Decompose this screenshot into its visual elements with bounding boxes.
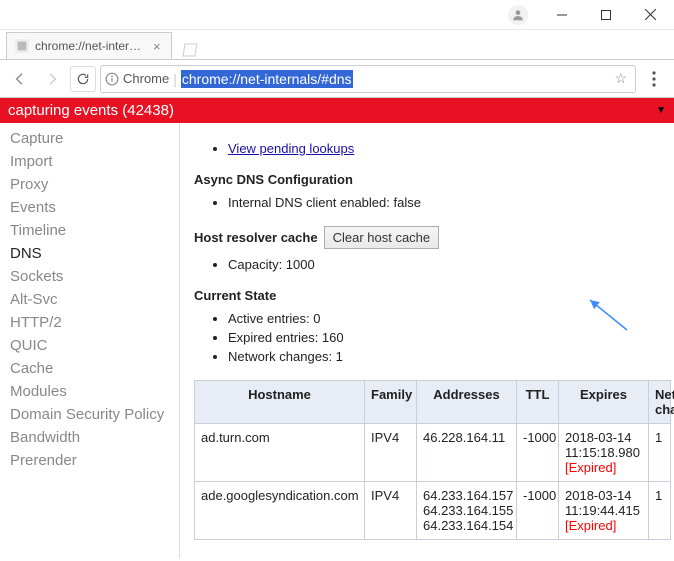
sidebar-item-domain-security-policy[interactable]: Domain Security Policy — [0, 403, 179, 426]
table-header: Family — [365, 381, 417, 424]
table-cell: 2018-03-14 11:19:44.415[Expired] — [559, 482, 649, 540]
maximize-button[interactable] — [584, 1, 628, 29]
clear-host-cache-button[interactable]: Clear host cache — [324, 226, 440, 249]
state-item: Network changes: 1 — [228, 347, 660, 366]
new-tab-button[interactable] — [178, 41, 200, 59]
sidebar-item-proxy[interactable]: Proxy — [0, 173, 179, 196]
banner-dropdown-icon[interactable]: ▼ — [656, 105, 666, 116]
url-text: chrome://net-internals/#dns — [181, 70, 353, 88]
window-titlebar — [0, 0, 674, 30]
reload-button[interactable] — [70, 66, 96, 92]
table-cell: IPV4 — [365, 424, 417, 482]
table-cell: IPV4 — [365, 482, 417, 540]
sidebar-item-cache[interactable]: Cache — [0, 357, 179, 380]
chrome-menu-icon[interactable] — [640, 65, 668, 93]
capture-banner-text: capturing events (42438) — [8, 102, 174, 119]
main-area: CaptureImportProxyEventsTimelineDNSSocke… — [0, 123, 674, 558]
table-header: Expires — [559, 381, 649, 424]
back-button[interactable] — [6, 65, 34, 93]
table-cell: 2018-03-14 11:15:18.980[Expired] — [559, 424, 649, 482]
forward-button[interactable] — [38, 65, 66, 93]
sidebar-item-bandwidth[interactable]: Bandwidth — [0, 426, 179, 449]
table-cell: -1000 — [517, 424, 559, 482]
info-icon — [105, 72, 119, 86]
hosts-table: HostnameFamilyAddressesTTLExpiresNetwork… — [194, 380, 671, 540]
async-dns-item: Internal DNS client enabled: false — [228, 193, 660, 212]
sidebar-item-http-2[interactable]: HTTP/2 — [0, 311, 179, 334]
sidebar-item-prerender[interactable]: Prerender — [0, 449, 179, 472]
sidebar-item-events[interactable]: Events — [0, 196, 179, 219]
capture-banner[interactable]: capturing events (42438) ▼ — [0, 98, 674, 123]
sidebar-item-quic[interactable]: QUIC — [0, 334, 179, 357]
bookmark-star-icon[interactable]: ☆ — [610, 70, 631, 87]
table-row: ad.turn.comIPV446.228.164.11-10002018-03… — [195, 424, 671, 482]
tab-close-icon[interactable]: × — [151, 40, 163, 53]
current-state-heading: Current State — [194, 288, 660, 303]
table-cell: -1000 — [517, 482, 559, 540]
sidebar: CaptureImportProxyEventsTimelineDNSSocke… — [0, 123, 180, 558]
close-button[interactable] — [628, 1, 672, 29]
tab-favicon — [15, 39, 29, 53]
host-resolver-cache-label: Host resolver cache — [194, 230, 318, 245]
table-header: Hostname — [195, 381, 365, 424]
table-cell: 46.228.164.11 — [417, 424, 517, 482]
table-cell: ade.googlesyndication.com — [195, 482, 365, 540]
view-pending-lookups-link[interactable]: View pending lookups — [228, 141, 354, 156]
table-cell: 1 — [649, 424, 671, 482]
minimize-button[interactable] — [540, 1, 584, 29]
async-dns-heading: Async DNS Configuration — [194, 172, 660, 187]
table-row: ade.googlesyndication.comIPV464.233.164.… — [195, 482, 671, 540]
url-divider: | — [173, 71, 177, 87]
sidebar-item-import[interactable]: Import — [0, 150, 179, 173]
sidebar-item-timeline[interactable]: Timeline — [0, 219, 179, 242]
tab-title: chrome://net-internals/# — [35, 39, 145, 53]
chip-label: Chrome — [123, 71, 169, 86]
state-item: Active entries: 0 — [228, 309, 660, 328]
table-header: Addresses — [417, 381, 517, 424]
sidebar-item-alt-svc[interactable]: Alt-Svc — [0, 288, 179, 311]
address-bar[interactable]: Chrome | chrome://net-internals/#dns ☆ — [100, 65, 636, 93]
table-cell: ad.turn.com — [195, 424, 365, 482]
tab-strip: chrome://net-internals/# × — [0, 30, 674, 60]
sidebar-item-sockets[interactable]: Sockets — [0, 265, 179, 288]
table-cell: 64.233.164.15764.233.164.15564.233.164.1… — [417, 482, 517, 540]
table-cell: 1 — [649, 482, 671, 540]
sidebar-item-modules[interactable]: Modules — [0, 380, 179, 403]
security-chip[interactable]: Chrome — [105, 71, 169, 86]
sidebar-item-dns[interactable]: DNS — [0, 242, 179, 265]
table-header: TTL — [517, 381, 559, 424]
state-item: Expired entries: 160 — [228, 328, 660, 347]
capacity-item: Capacity: 1000 — [228, 255, 660, 274]
browser-tab[interactable]: chrome://net-internals/# × — [6, 32, 172, 59]
account-icon[interactable] — [508, 5, 528, 25]
content-pane[interactable]: View pending lookups Async DNS Configura… — [180, 123, 674, 558]
table-header: Network changes — [649, 381, 671, 424]
sidebar-item-capture[interactable]: Capture — [0, 127, 179, 150]
pending-lookups-item: View pending lookups — [228, 139, 660, 158]
browser-toolbar: Chrome | chrome://net-internals/#dns ☆ — [0, 60, 674, 98]
